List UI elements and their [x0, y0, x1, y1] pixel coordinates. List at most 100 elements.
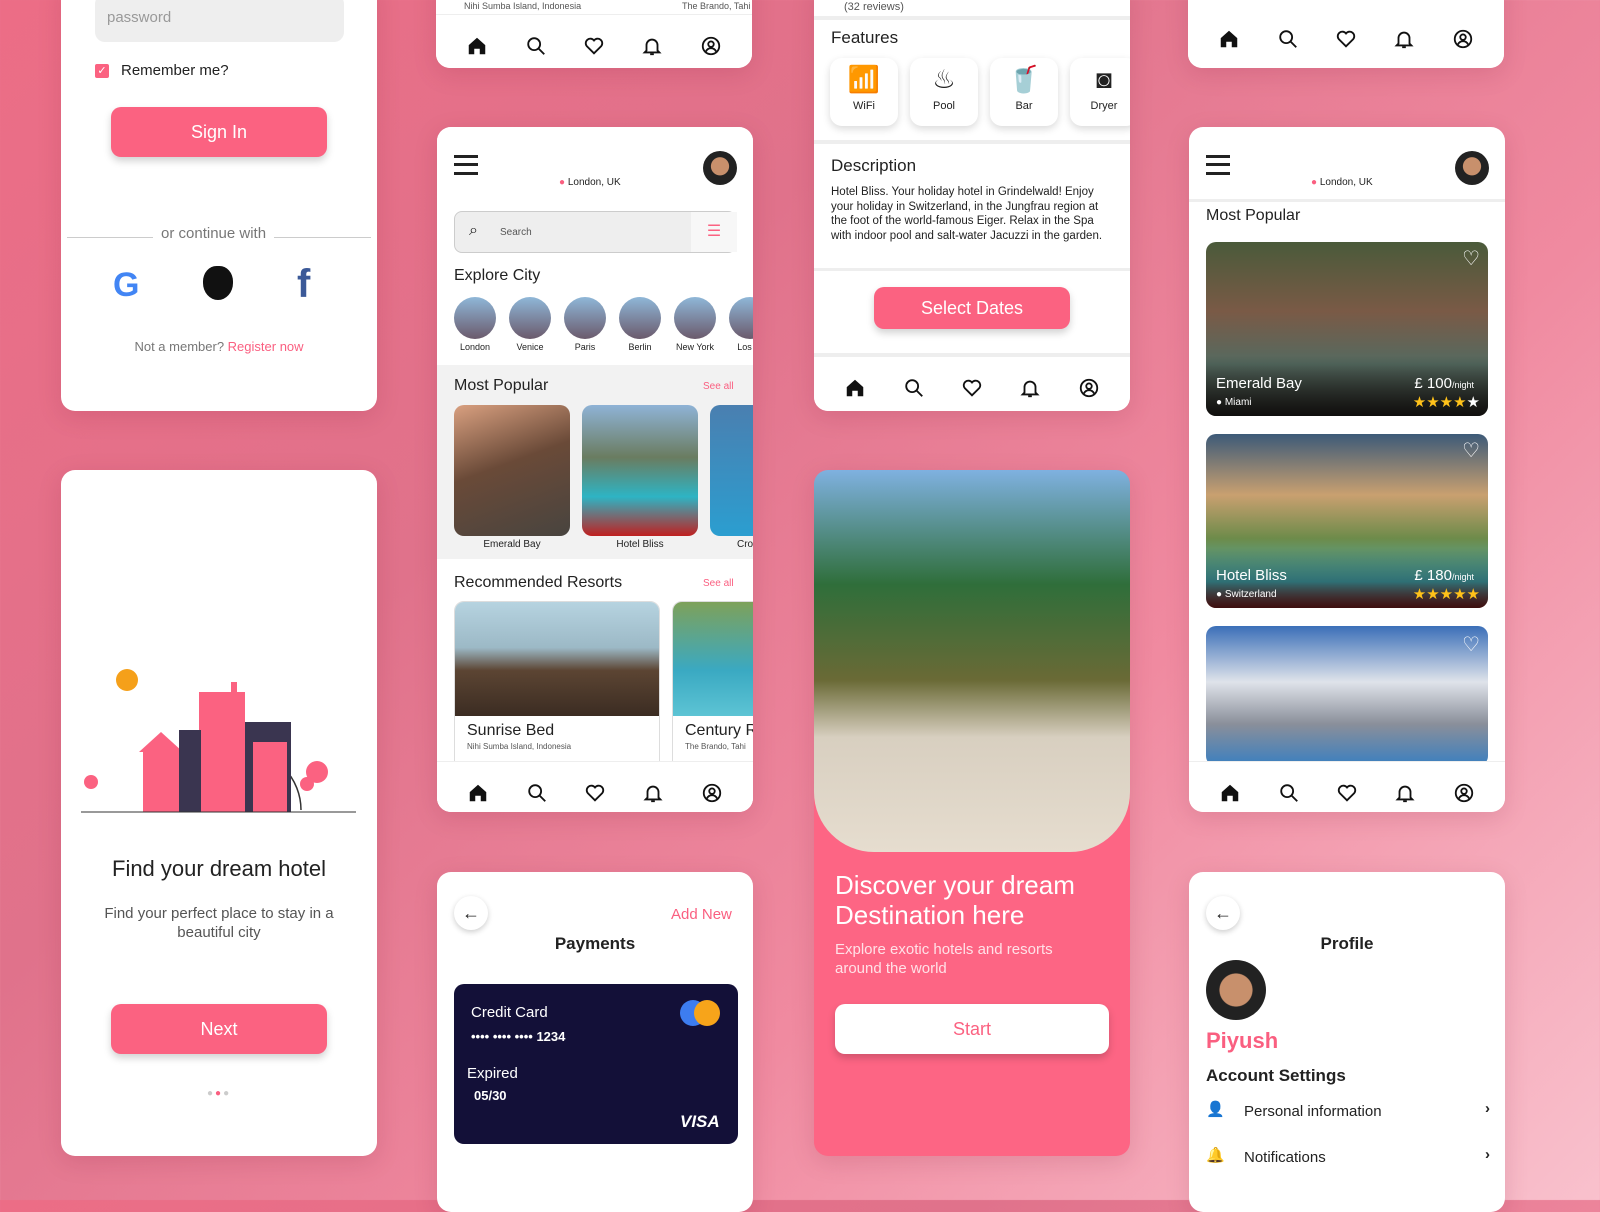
price-value: £ 180 [1414, 567, 1452, 584]
bell-icon[interactable] [1393, 28, 1415, 50]
user-circle-icon[interactable] [701, 782, 723, 804]
search-icon[interactable] [1278, 782, 1300, 804]
city-photo [564, 297, 606, 339]
home-icon[interactable] [1219, 782, 1241, 804]
profile-name: Piyush [1206, 1028, 1279, 1053]
search-icon[interactable] [1277, 28, 1299, 50]
google-icon[interactable]: G [113, 266, 139, 305]
credit-card[interactable]: Credit Card •••• •••• •••• 1234 Expired … [454, 984, 738, 1144]
settings-item-personal[interactable]: 👤 Personal information › [1206, 1100, 1490, 1124]
menu-icon[interactable] [1206, 155, 1230, 175]
see-all-link[interactable]: See all [703, 381, 734, 392]
home-icon[interactable] [1218, 28, 1240, 50]
pin-icon: ● [1311, 177, 1318, 188]
user-circle-icon[interactable] [1452, 28, 1474, 50]
city-item[interactable]: Berlin [615, 297, 665, 352]
recommended-heading: Recommended Resorts [454, 574, 623, 591]
city-label: Los Ar [737, 342, 753, 352]
user-circle-icon[interactable] [1078, 377, 1100, 399]
hotel-location: ● Switzerland [1216, 589, 1277, 600]
location-text: Miami [1224, 397, 1252, 408]
avatar[interactable] [1455, 151, 1489, 185]
city-item[interactable]: Venice [505, 297, 555, 352]
explore-city-heading: Explore City [454, 267, 541, 284]
feature-label: Dryer [1090, 100, 1118, 112]
feature-bar: 🥤 Bar [990, 58, 1058, 126]
resort-card[interactable]: Sunrise Bed Nihi Sumba Island, Indonesia [454, 601, 660, 771]
select-dates-button[interactable]: Select Dates [874, 287, 1070, 329]
next-button[interactable]: Next [111, 1004, 327, 1054]
facebook-icon[interactable]: f [297, 262, 310, 307]
avatar[interactable] [703, 151, 737, 185]
hotel-name: Hotel Bliss [1216, 567, 1287, 584]
popular-photo[interactable] [710, 405, 753, 536]
star-icon: ★ [1439, 586, 1454, 603]
wifi-icon: 📶 [847, 64, 881, 94]
home-icon[interactable] [467, 782, 489, 804]
popular-label: Emerald Bay [483, 539, 541, 550]
heart-icon[interactable] [583, 35, 605, 57]
popular-label: Hotel Bliss [616, 539, 664, 550]
see-all-link[interactable]: See all [703, 578, 734, 589]
hotel-card[interactable]: ♡ [1206, 626, 1488, 766]
bar-icon: 🥤 [1007, 64, 1041, 94]
bell-icon[interactable] [642, 782, 664, 804]
popular-photo[interactable] [454, 405, 570, 536]
heart-icon[interactable]: ♡ [1462, 246, 1480, 271]
heart-icon[interactable]: ♡ [1462, 632, 1480, 657]
star-icon: ★ [1453, 586, 1467, 603]
hotel-card[interactable]: ♡ Hotel Bliss ● Switzerland £ 180/night ★★★★… [1206, 434, 1488, 608]
add-new-link[interactable]: Add New [671, 906, 732, 923]
hotel-price: £ 100/night [1414, 375, 1474, 392]
city-item[interactable]: London [450, 297, 500, 352]
heart-icon[interactable] [1335, 28, 1357, 50]
home-icon[interactable] [466, 35, 488, 57]
password-input[interactable]: password [95, 0, 344, 42]
resort-card[interactable]: Century R The Brando, Tahi [672, 601, 753, 771]
card-type: Credit Card [471, 1004, 548, 1021]
user-circle-icon[interactable] [700, 35, 722, 57]
heart-icon[interactable] [961, 377, 983, 399]
city-photo [509, 297, 551, 339]
city-item[interactable]: New York [670, 297, 720, 352]
remember-checkbox[interactable]: ✓ [95, 64, 109, 78]
city-item[interactable]: Paris [560, 297, 610, 352]
back-button[interactable]: ← [1206, 896, 1240, 930]
home-icon[interactable] [844, 377, 866, 399]
bell-icon[interactable] [1394, 782, 1416, 804]
search-icon[interactable] [903, 377, 925, 399]
back-button[interactable]: ← [454, 896, 488, 930]
search-icon[interactable] [525, 35, 547, 57]
most-popular-screen: ● London, UK Most Popular ♡ Emerald Bay ● … [1189, 127, 1505, 812]
location-label: ● London, UK [559, 177, 621, 188]
heart-icon[interactable] [1336, 782, 1358, 804]
heart-icon[interactable]: ♡ [1462, 438, 1480, 463]
profile-avatar [1206, 960, 1266, 1020]
user-circle-icon[interactable] [1453, 782, 1475, 804]
start-button[interactable]: Start [835, 1004, 1109, 1054]
rating-stars: ★★★★★ [1413, 393, 1480, 412]
chevron-right-icon: › [1485, 1100, 1490, 1117]
onboarding-screen: Find your dream hotel Find your perfect … [61, 470, 377, 1156]
profile-screen: ← Profile Piyush Account Settings 👤 Pers… [1189, 872, 1505, 1212]
filter-icon[interactable]: ☰ [691, 212, 737, 252]
register-link[interactable]: Register now [228, 339, 304, 354]
city-item[interactable]: Los Ar [725, 297, 753, 352]
settings-item-notifications[interactable]: 🔔 Notifications › [1206, 1146, 1490, 1170]
apple-icon[interactable] [203, 266, 233, 300]
popular-photo[interactable] [582, 405, 698, 536]
menu-icon[interactable] [454, 155, 478, 175]
sign-in-button[interactable]: Sign In [111, 107, 327, 157]
heart-icon[interactable] [584, 782, 606, 804]
settings-item-label: Notifications [1244, 1149, 1326, 1166]
resorts-screen-bottom: Nihi Sumba Island, Indonesia The Brando,… [436, 0, 752, 68]
bottom-nav [1188, 8, 1504, 68]
search-input[interactable]: ⌕ Search ☰ [454, 211, 737, 253]
bell-icon[interactable] [1019, 377, 1041, 399]
hotel-card[interactable]: ♡ Emerald Bay ● Miami £ 100/night ★★★★★ [1206, 242, 1488, 416]
description-text: Hotel Bliss. Your holiday hotel in Grind… [831, 186, 1103, 242]
city-illustration [81, 669, 356, 813]
bell-icon[interactable] [641, 35, 663, 57]
search-icon[interactable] [526, 782, 548, 804]
payments-title: Payments [554, 934, 636, 953]
